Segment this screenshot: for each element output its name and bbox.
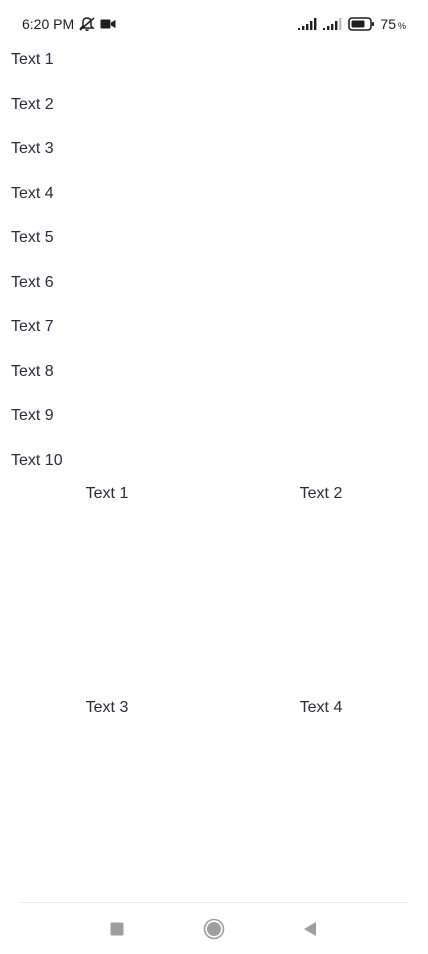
status-bar: 6:20 PM 75 % [0,0,428,48]
home-button[interactable] [202,917,226,941]
signal-icon [323,18,343,30]
list-item: Text 7 [11,318,54,335]
status-left: 6:20 PM [22,15,116,33]
list-item: Text 5 [11,229,54,246]
list-item: Text 2 [11,95,54,113]
grid-item: Text 4 [299,699,343,716]
navigation-bar [0,903,428,954]
list-item: Text 9 [11,407,54,424]
text-grid: Text 1 Text 2 Text 3 Text 4 [0,482,428,910]
back-button[interactable] [298,917,322,941]
status-time: 6:20 PM [22,16,75,32]
back-icon [302,921,318,937]
list-item: Text 1 [11,51,54,68]
battery-percent-sign: % [397,21,406,31]
list-item: Text 4 [11,184,54,202]
battery-percent: 75 [380,16,396,32]
list-item: Text 6 [11,273,54,291]
status-right: 75 % [298,15,406,33]
recents-button[interactable] [105,917,129,941]
recents-icon [110,922,124,936]
home-icon [203,918,225,940]
grid-item: Text 1 [85,485,129,502]
grid-item: Text 2 [299,485,343,502]
list-item: Text 8 [11,362,54,380]
text-list: Text 1 Text 2 Text 3 Text 4 Text 5 Text … [11,48,63,493]
mute-icon [78,16,96,32]
battery-icon [348,17,375,31]
grid-item: Text 3 [85,699,129,716]
signal-icon [298,18,318,30]
list-item: Text 3 [11,140,54,157]
video-camera-icon [100,18,116,30]
